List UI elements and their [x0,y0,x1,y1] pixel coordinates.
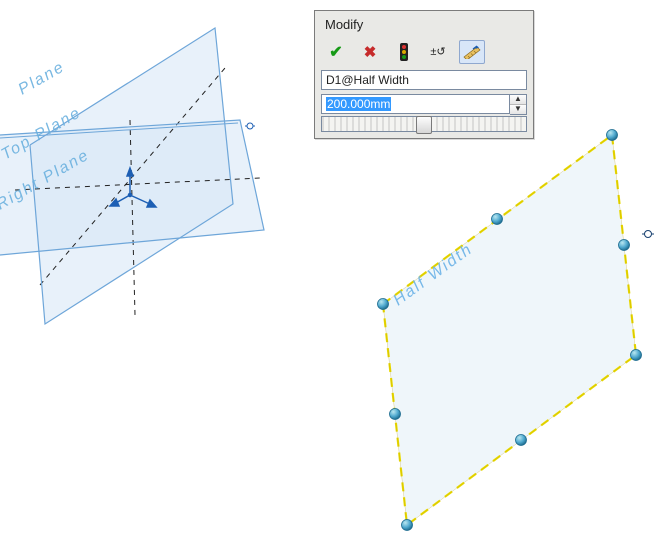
traffic-light-icon [398,43,410,61]
handle-corner[interactable] [402,520,413,531]
ok-button[interactable]: ✔ [323,40,349,64]
dimension-value-field[interactable]: 200.000mm [321,94,510,114]
ruler-icon [463,45,481,59]
handle-mid[interactable] [492,214,503,225]
offset-handle-icon[interactable] [245,123,255,129]
dimension-name-field[interactable]: D1@Half Width [321,70,527,90]
svg-text:Plane: Plane [16,58,69,98]
modify-title: Modify [315,11,533,36]
handle-mid[interactable] [619,240,630,251]
value-thumbwheel[interactable] [321,116,527,132]
handle-corner[interactable] [631,350,642,361]
sketch-plane-fill[interactable] [383,135,636,525]
handle-corner[interactable] [607,130,618,141]
handle-mid[interactable] [390,409,401,420]
value-spinner[interactable]: ▲ ▼ [510,94,527,115]
plane-label-partial: Plane [16,58,69,98]
handle-mid[interactable] [516,435,527,446]
thumbwheel-thumb[interactable] [416,116,432,134]
x-icon: ✖ [364,43,377,61]
dimension-value-text: 200.000mm [326,97,391,111]
modify-toolbar: ✔ ✖ ±↺ [315,36,533,70]
spinner-down[interactable]: ▼ [510,105,526,114]
reverse-button[interactable]: ±↺ [425,40,451,64]
check-icon: ✔ [329,42,342,62]
thumbwheel-button[interactable] [459,40,485,64]
handle-corner[interactable] [378,299,389,310]
modify-dialog[interactable]: Modify ✔ ✖ ±↺ [314,10,534,139]
plus-minus-icon: ±↺ [430,47,445,58]
rebuild-button[interactable] [391,40,417,64]
cancel-button[interactable]: ✖ [357,40,383,64]
offset-handle-icon[interactable] [642,231,654,238]
